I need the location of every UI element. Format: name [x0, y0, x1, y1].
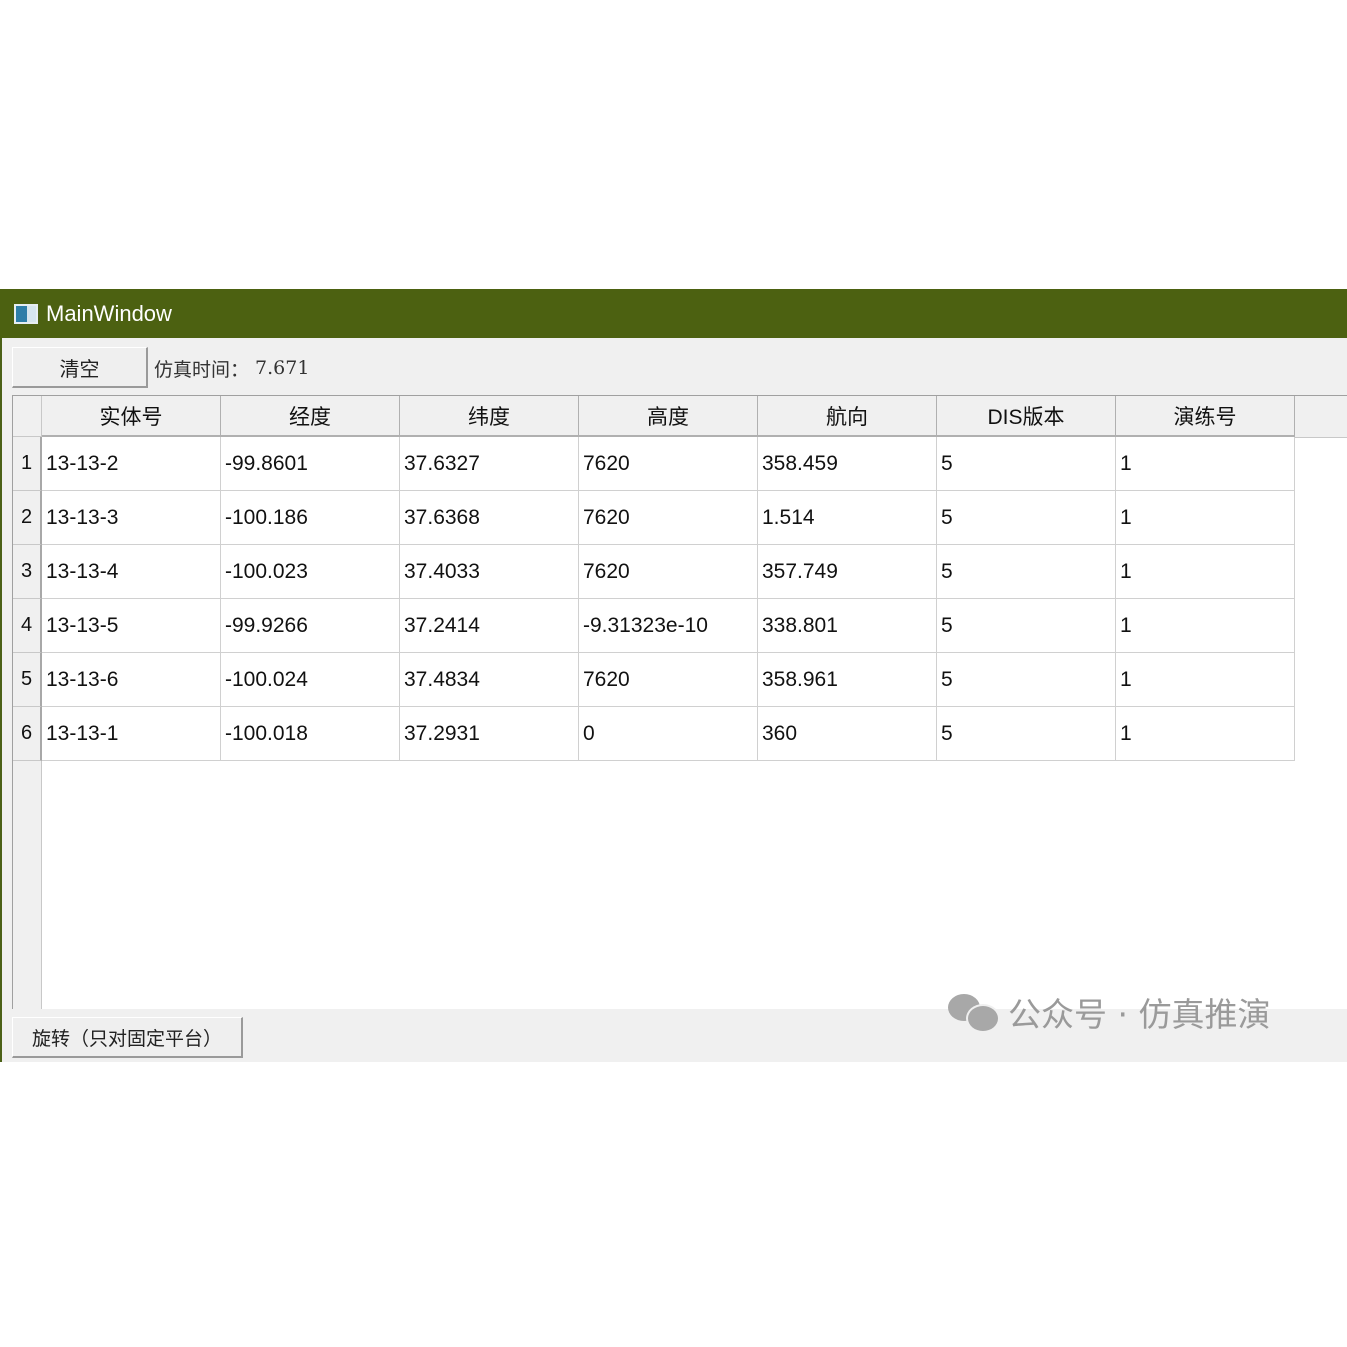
column-header[interactable]: 航向: [758, 396, 937, 437]
table-cell[interactable]: 0: [579, 707, 758, 761]
table-cell[interactable]: 5: [937, 491, 1116, 545]
table-cell[interactable]: 1.514: [758, 491, 937, 545]
row-header[interactable]: 3: [13, 545, 42, 599]
title-bar[interactable]: MainWindow: [0, 289, 1347, 338]
table-cell[interactable]: 1: [1116, 545, 1295, 599]
table-cell[interactable]: -100.023: [221, 545, 400, 599]
table-cell[interactable]: -100.186: [221, 491, 400, 545]
table-cell[interactable]: 1: [1116, 599, 1295, 653]
table-cell[interactable]: 358.459: [758, 437, 937, 491]
watermark: 公众号 · 仿真推演: [948, 990, 1270, 1034]
table-cell[interactable]: 5: [937, 653, 1116, 707]
table-cell[interactable]: 7620: [579, 491, 758, 545]
table-cell[interactable]: 357.749: [758, 545, 937, 599]
sim-time-label: 仿真时间：: [154, 358, 250, 381]
table-cell[interactable]: -9.31323e-10: [579, 599, 758, 653]
table-cell[interactable]: 5: [937, 707, 1116, 761]
table-cell[interactable]: -100.024: [221, 653, 400, 707]
table-cell[interactable]: 13-13-5: [42, 599, 221, 653]
table-cell[interactable]: 37.2414: [400, 599, 579, 653]
table-cell[interactable]: 358.961: [758, 653, 937, 707]
column-header[interactable]: 纬度: [400, 396, 579, 437]
table-cell[interactable]: 338.801: [758, 599, 937, 653]
rotate-button[interactable]: 旋转（只对固定平台）: [12, 1017, 243, 1058]
table-cell[interactable]: 5: [937, 545, 1116, 599]
table-cell[interactable]: 7620: [579, 653, 758, 707]
watermark-text: 公众号 · 仿真推演: [1008, 995, 1271, 1034]
table-cell[interactable]: 1: [1116, 707, 1295, 761]
row-header[interactable]: 6: [13, 707, 42, 761]
table-cell[interactable]: -99.8601: [221, 437, 400, 491]
table-cell[interactable]: 37.4834: [400, 653, 579, 707]
table-cell[interactable]: 37.6368: [400, 491, 579, 545]
app-window-icon: [14, 303, 38, 324]
row-header[interactable]: 5: [13, 653, 42, 707]
table-cell[interactable]: 13-13-2: [42, 437, 221, 491]
column-header-row: 实体号 经度 纬度 高度 航向 DIS版本 演练号: [42, 396, 1295, 437]
table-cell[interactable]: 5: [937, 437, 1116, 491]
entity-table[interactable]: 实体号 经度 纬度 高度 航向 DIS版本 演练号 1 13-13-2 -99.8601 37.6…: [12, 395, 1347, 1009]
table-body: 1 13-13-2 -99.8601 37.6327 7620 358.459 5 1 2 13-…: [13, 437, 1295, 761]
table-cell[interactable]: 1: [1116, 437, 1295, 491]
row-header[interactable]: 1: [13, 437, 42, 491]
table-cell[interactable]: 37.4033: [400, 545, 579, 599]
table-cell[interactable]: 5: [937, 599, 1116, 653]
header-filler: [1295, 396, 1347, 438]
column-header[interactable]: DIS版本: [937, 396, 1116, 437]
sim-time-value: 7.671: [255, 357, 310, 379]
table-row[interactable]: 6 13-13-1 -100.018 37.2931 0 360 5 1: [13, 707, 1295, 761]
table-row[interactable]: 4 13-13-5 -99.9266 37.2414 -9.31323e-10 338.8…: [13, 599, 1295, 653]
column-header[interactable]: 演练号: [1116, 396, 1295, 437]
table-cell[interactable]: 37.6327: [400, 437, 579, 491]
table-cell[interactable]: 1: [1116, 653, 1295, 707]
table-cell[interactable]: 1: [1116, 491, 1295, 545]
main-window: MainWindow 清空 仿真时间： 7.671 实体号 经度 纬度 高度 航向 DIS…: [0, 289, 1347, 1062]
table-cell[interactable]: 13-13-3: [42, 491, 221, 545]
table-cell[interactable]: 13-13-1: [42, 707, 221, 761]
row-header[interactable]: 4: [13, 599, 42, 653]
table-cell[interactable]: 37.2931: [400, 707, 579, 761]
table-cell[interactable]: 360: [758, 707, 937, 761]
row-header[interactable]: 2: [13, 491, 42, 545]
column-header[interactable]: 实体号: [42, 396, 221, 437]
table-cell[interactable]: -100.018: [221, 707, 400, 761]
table-corner-button[interactable]: [13, 396, 42, 437]
table-cell[interactable]: 7620: [579, 545, 758, 599]
table-row[interactable]: 1 13-13-2 -99.8601 37.6327 7620 358.459 5 1: [13, 437, 1295, 491]
table-row[interactable]: 5 13-13-6 -100.024 37.4834 7620 358.961 5 1: [13, 653, 1295, 707]
table-row[interactable]: 2 13-13-3 -100.186 37.6368 7620 1.514 5 1: [13, 491, 1295, 545]
table-cell[interactable]: -99.9266: [221, 599, 400, 653]
clear-button[interactable]: 清空: [12, 347, 148, 388]
column-header[interactable]: 经度: [221, 396, 400, 437]
wechat-icon: [948, 992, 1000, 1033]
toolbar: 清空 仿真时间： 7.671: [2, 338, 1347, 390]
column-header[interactable]: 高度: [579, 396, 758, 437]
table-cell[interactable]: 13-13-6: [42, 653, 221, 707]
table-cell[interactable]: 7620: [579, 437, 758, 491]
window-title: MainWindow: [46, 300, 172, 326]
table-cell[interactable]: 13-13-4: [42, 545, 221, 599]
table-row[interactable]: 3 13-13-4 -100.023 37.4033 7620 357.749 5 1: [13, 545, 1295, 599]
sim-time-display: 仿真时间： 7.671: [154, 350, 309, 386]
